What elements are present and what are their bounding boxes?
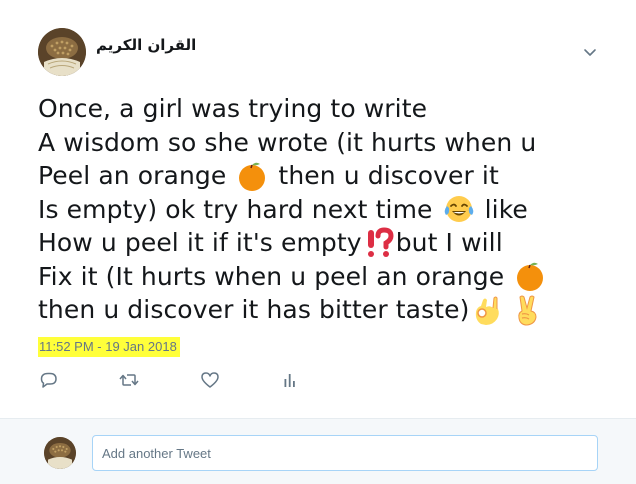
tweet-line-text: How u peel it if it's empty [38,228,362,257]
tweet-line-text: A wisdom so she wrote (it hurts when u [38,127,537,157]
tweet-line-text: but I will [395,228,503,257]
reply-button[interactable] [38,370,60,390]
tweet-line-text: Peel an orange [38,161,235,190]
tweet-line: then u discover it has bitter taste) [38,293,608,327]
tweet-line-text: Fix it (It hurts when u peel an orange [38,261,513,291]
tweet-line-text: then u discover it [270,161,499,190]
quran-avatar-icon [38,28,86,76]
tweet-line: A wisdom so she wrote (it hurts when u [38,126,608,160]
like-button[interactable] [199,370,221,390]
retweet-button[interactable] [118,370,140,390]
tweet-line: How u peel it if it's empty but I will [38,226,608,260]
tears-of-joy-emoji-icon [444,196,473,223]
heart-icon [201,372,219,388]
retweet-icon [119,374,139,386]
chevron-down-icon [584,49,596,56]
tweet-card: القران الكريم Once, a girl was trying to… [0,0,636,484]
tweet-line-text: like [476,194,528,224]
ok-hand-emoji-icon [476,296,500,325]
tweet-line: Once, a girl was trying to write [38,92,608,126]
reply-input[interactable] [92,435,598,471]
author-avatar[interactable] [38,28,86,76]
orange-emoji-icon [239,162,266,191]
tweet-line-text: Is empty) ok try hard next time [38,194,441,224]
tweet-line: Peel an orange then u discover it [38,159,608,193]
tweet-text: Once, a girl was trying to write A wisdo… [38,92,608,327]
reply-icon [40,372,57,388]
exclamation-question-mark-emoji-icon [367,227,394,257]
tweet-line-text: Once, a girl was trying to write [38,94,428,123]
tweet-line: Fix it (It hurts when u peel an orange [38,260,608,294]
tweet-timestamp[interactable]: 11:52 PM - 19 Jan 2018 [38,337,180,357]
orange-emoji-icon [517,262,544,292]
victory-hand-emoji-icon [518,295,537,326]
tweet-menu-button[interactable] [582,46,598,58]
author-name[interactable]: القران الكريم [96,36,196,54]
analytics-button[interactable] [279,370,301,390]
analytics-icon [284,374,295,387]
tweet-line: Is empty) ok try hard next time like [38,193,608,227]
quran-avatar-icon [44,437,76,469]
user-avatar [44,437,76,469]
tweet-line-text: then u discover it has bitter taste) [38,295,470,324]
reply-bar [0,418,636,484]
